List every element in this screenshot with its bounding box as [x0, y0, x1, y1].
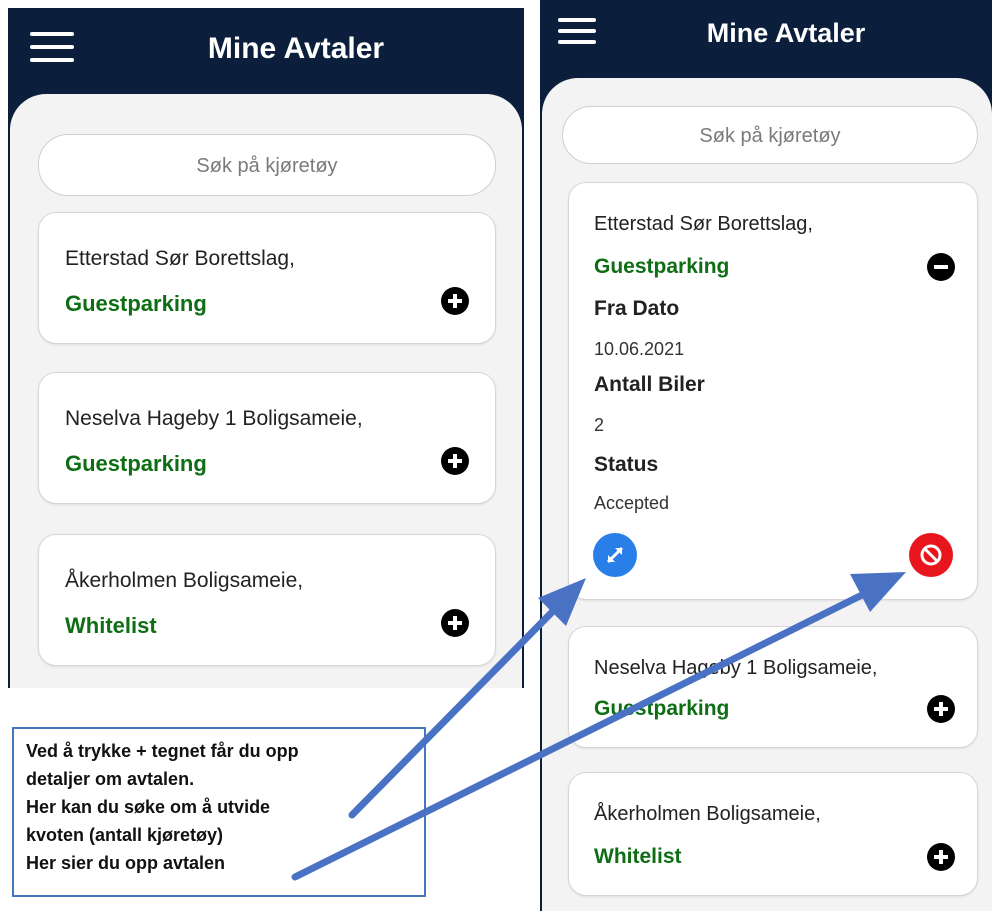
arrow-to-extend-button	[348, 578, 586, 819]
arrow-to-cancel-button	[291, 572, 906, 881]
annotation-arrows	[291, 572, 906, 881]
